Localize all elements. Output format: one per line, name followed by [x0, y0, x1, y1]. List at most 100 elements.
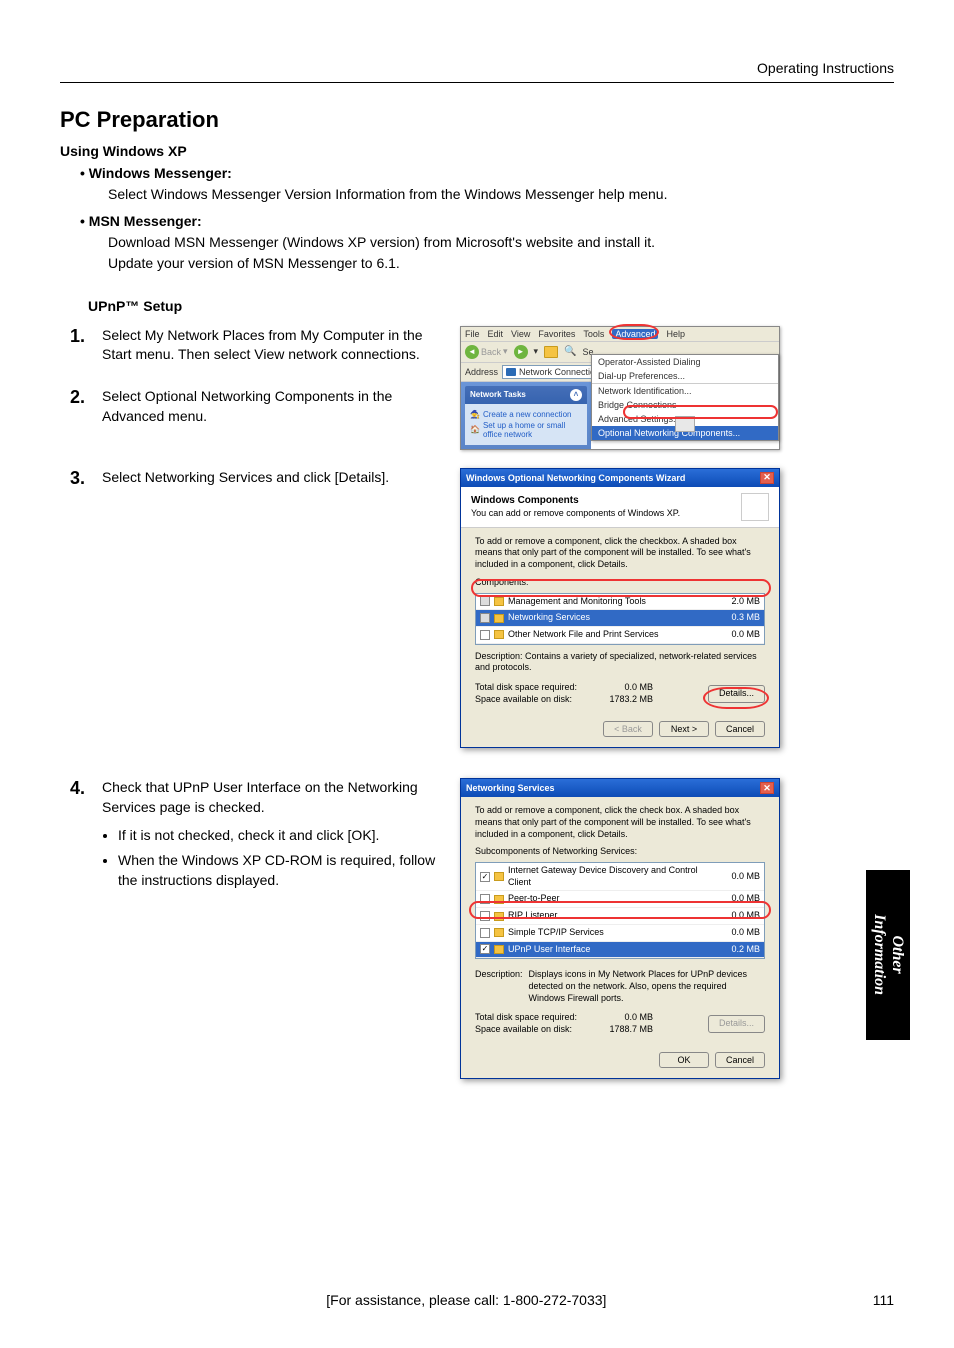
subcomp-size: 0.2 MB [720, 944, 760, 956]
subcomp-size: 0.0 MB [720, 910, 760, 922]
adv-menu-bridge[interactable]: Bridge Connections [592, 398, 778, 412]
step-3-row: 3. Select Networking Services and click … [70, 468, 894, 749]
explorer-content: Operator-Assisted Dialing Dial-up Prefer… [591, 382, 779, 449]
details-button[interactable]: Details... [708, 685, 765, 703]
bullet-msn-body2: Update your version of MSN Messenger to … [108, 254, 894, 274]
wizard-desc-label: Description: [475, 651, 523, 661]
disk-avail-val: 1788.7 MB [593, 1024, 653, 1036]
menu-favorites[interactable]: Favorites [538, 329, 575, 339]
subcomp-row-tcpip[interactable]: Simple TCP/IP Services 0.0 MB [476, 925, 764, 942]
cancel-button[interactable]: Cancel [715, 721, 765, 737]
subcomp-size: 0.0 MB [720, 893, 760, 905]
subcomp-label: RIP Listener [508, 910, 716, 922]
side-tab-line1: Other [889, 936, 906, 974]
checkbox-icon[interactable] [480, 596, 490, 606]
lan-icon [675, 416, 695, 432]
menu-advanced[interactable]: Advanced [612, 329, 658, 339]
subcomp-row-upnp[interactable]: UPnP User Interface 0.2 MB [476, 942, 764, 959]
component-icon [494, 945, 504, 954]
comp-row-mgmt[interactable]: Management and Monitoring Tools 2.0 MB [476, 594, 764, 611]
netserv-title-bar: Networking Services ✕ [461, 779, 779, 797]
forward-icon[interactable]: ► [514, 345, 528, 359]
subheading-using-xp: Using Windows XP [60, 143, 894, 159]
address-label: Address [465, 367, 498, 377]
side-tab: Other Information [866, 870, 910, 1040]
comp-label: Networking Services [508, 612, 716, 624]
wizard-title-bar: Windows Optional Networking Components W… [461, 469, 779, 487]
comp-label: Management and Monitoring Tools [508, 596, 716, 608]
menu-file[interactable]: File [465, 329, 480, 339]
menu-tools[interactable]: Tools [583, 329, 604, 339]
up-folder-icon[interactable] [544, 346, 558, 358]
menu-edit[interactable]: Edit [488, 329, 504, 339]
task-create-connection[interactable]: 🧙Create a new connection [470, 410, 582, 419]
wizard-title: Windows Optional Networking Components W… [466, 473, 685, 483]
next-button[interactable]: Next > [659, 721, 709, 737]
step-4-text: Check that UPnP User Interface on the Ne… [102, 779, 418, 815]
wizard-header-bold: Windows Components [471, 495, 680, 506]
folder-icon [494, 614, 504, 623]
bullet-wm-label: Windows Messenger: [80, 165, 232, 181]
cancel-button[interactable]: Cancel [715, 1052, 765, 1068]
subcomp-label: UPnP User Interface [508, 944, 716, 956]
bullet-msn-messenger: MSN Messenger: Download MSN Messenger (W… [80, 213, 894, 274]
task-header[interactable]: Network Tasks ˄ [465, 386, 587, 404]
comp-label: Other Network File and Print Services [508, 629, 716, 641]
adv-menu-netid[interactable]: Network Identification... [592, 383, 778, 398]
details-button: Details... [708, 1015, 765, 1033]
disk-req-label: Total disk space required: [475, 682, 585, 694]
close-icon[interactable]: ✕ [760, 472, 774, 484]
back-button[interactable]: ◄Back ▾ [465, 345, 508, 359]
components-label: Components: [475, 577, 765, 589]
subcomp-label: Simple TCP/IP Services [508, 927, 716, 939]
bullet-msn-body1: Download MSN Messenger (Windows XP versi… [108, 233, 894, 253]
components-list: Management and Monitoring Tools 2.0 MB N… [475, 593, 765, 645]
checkbox-icon[interactable] [480, 944, 490, 954]
subcomp-label: Peer-to-Peer [508, 893, 716, 905]
comp-row-networking[interactable]: Networking Services 0.3 MB [476, 610, 764, 627]
network-connections-icon [506, 368, 516, 376]
search-icon[interactable]: 🔍 [564, 346, 576, 357]
checkbox-icon[interactable] [480, 928, 490, 938]
bullet-wm-body: Select Windows Messenger Version Informa… [108, 185, 894, 205]
wizard-header: Windows Components You can add or remove… [461, 487, 779, 528]
checkbox-icon[interactable] [480, 613, 490, 623]
explorer-menu[interactable]: File Edit View Favorites Tools Advanced … [461, 327, 779, 342]
comp-row-other[interactable]: Other Network File and Print Services 0.… [476, 627, 764, 644]
comp-size: 0.0 MB [720, 629, 760, 641]
menu-help[interactable]: Help [666, 329, 685, 339]
networking-services-dialog: Networking Services ✕ To add or remove a… [460, 778, 780, 1078]
netserv-desc-label: Description: [475, 969, 523, 1004]
comp-size: 0.3 MB [720, 612, 760, 624]
task-panel: Network Tasks ˄ 🧙Create a new connection… [461, 382, 591, 449]
menu-view[interactable]: View [511, 329, 530, 339]
netserv-sub-label: Subcomponents of Networking Services: [475, 846, 765, 858]
step-2-text: Select Optional Networking Components in… [102, 387, 450, 426]
ok-button[interactable]: OK [659, 1052, 709, 1068]
subcomp-row-p2p[interactable]: Peer-to-Peer 0.0 MB [476, 891, 764, 908]
subcomp-row-igd[interactable]: Internet Gateway Device Discovery and Co… [476, 863, 764, 891]
close-icon[interactable]: ✕ [760, 782, 774, 794]
subcomponents-list: Internet Gateway Device Discovery and Co… [475, 862, 765, 959]
side-tab-line2: Information [871, 915, 888, 996]
netserv-instructions: To add or remove a component, click the … [475, 805, 765, 840]
disk-req-val: 0.0 MB [593, 682, 653, 694]
adv-menu-dialup-prefs[interactable]: Dial-up Preferences... [592, 369, 778, 383]
adv-menu-op-dialing[interactable]: Operator-Assisted Dialing [592, 355, 778, 369]
disk-req-label: Total disk space required: [475, 1012, 585, 1024]
subcomp-size: 0.0 MB [720, 927, 760, 939]
task-setup-network[interactable]: 🏠Set up a home or small office network [470, 421, 582, 439]
step-4-bullet-1: If it is not checked, check it and click… [118, 826, 450, 846]
checkbox-icon[interactable] [480, 894, 490, 904]
wizard-instructions: To add or remove a component, click the … [475, 536, 765, 571]
checkbox-icon[interactable] [480, 630, 490, 640]
step-3-text: Select Networking Services and click [De… [102, 468, 389, 489]
step-4-bullet-2: When the Windows XP CD-ROM is required, … [118, 851, 450, 890]
checkbox-icon[interactable] [480, 872, 490, 882]
subcomp-row-rip[interactable]: RIP Listener 0.0 MB [476, 908, 764, 925]
folder-icon [494, 597, 504, 606]
collapse-icon[interactable]: ˄ [570, 389, 582, 401]
back-button: < Back [603, 721, 653, 737]
checkbox-icon[interactable] [480, 911, 490, 921]
bullet-windows-messenger: Windows Messenger: Select Windows Messen… [80, 165, 894, 205]
